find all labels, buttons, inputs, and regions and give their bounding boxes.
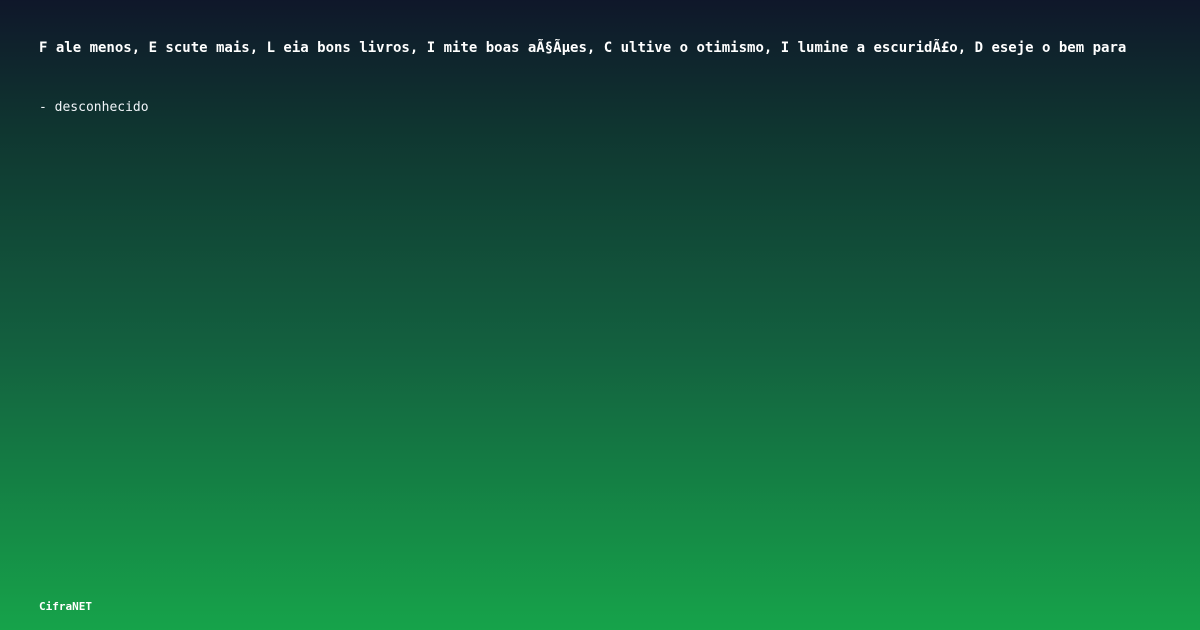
quote-author: - desconhecido <box>39 100 149 115</box>
quote-text: F ale menos, E scute mais, L eia bons li… <box>39 40 1127 56</box>
quote-card: F ale menos, E scute mais, L eia bons li… <box>0 0 1200 630</box>
brand-name: CifraNET <box>39 600 92 613</box>
